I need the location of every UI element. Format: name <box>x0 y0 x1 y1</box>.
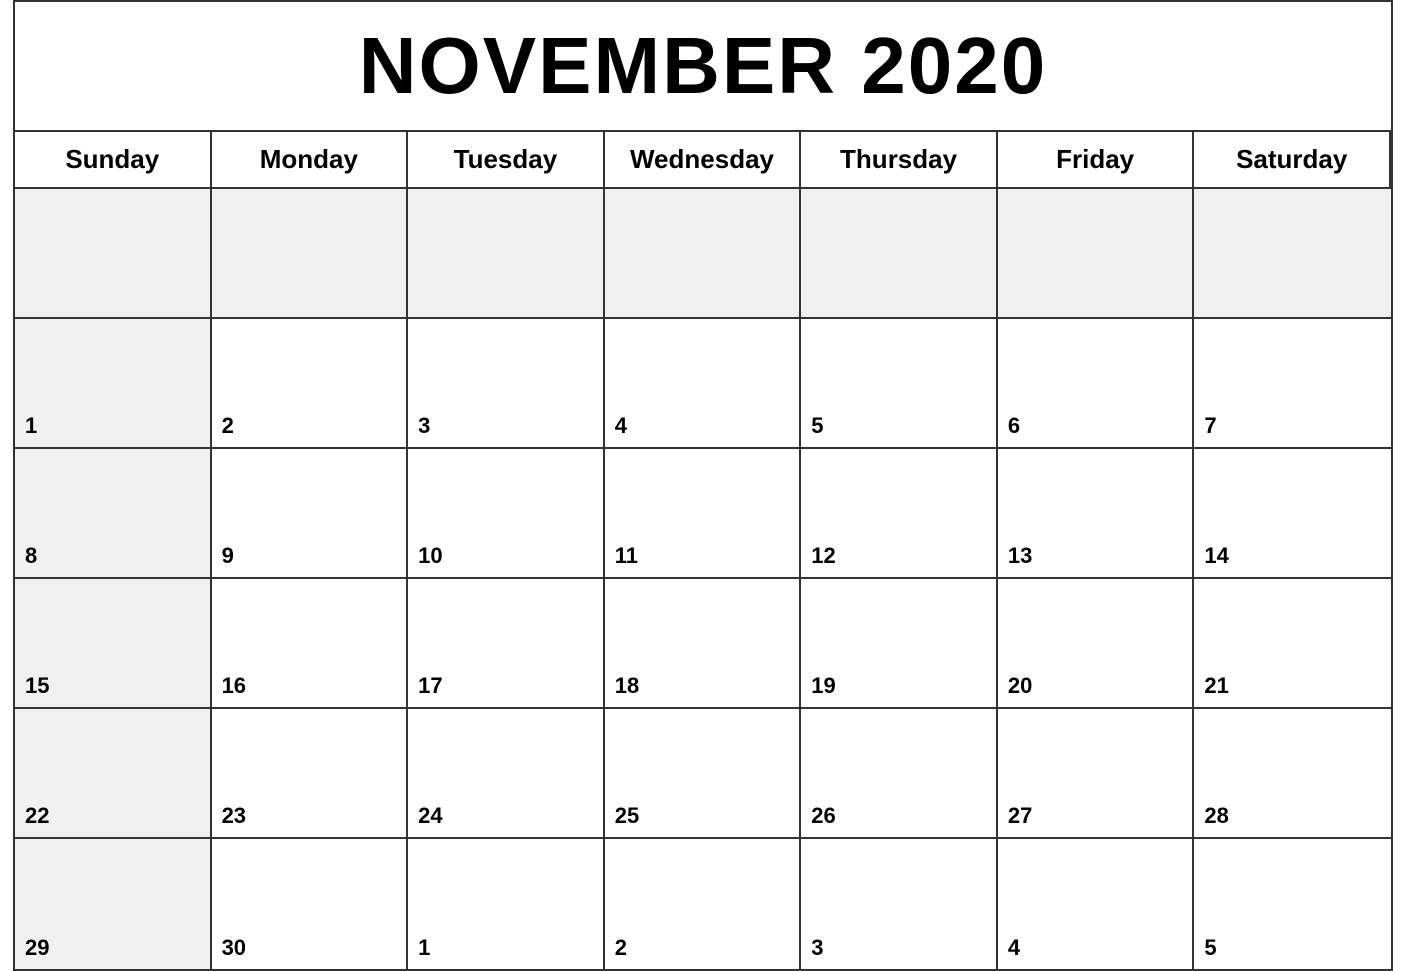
day-header-thursday: Thursday <box>801 132 998 189</box>
day-cell: 5 <box>1194 839 1391 969</box>
day-cell: 1 <box>408 839 605 969</box>
day-number: 19 <box>811 673 835 699</box>
day-cell: 2 <box>212 319 409 449</box>
day-number: 28 <box>1204 803 1228 829</box>
day-cell: 24 <box>408 709 605 839</box>
day-cell <box>408 189 605 319</box>
day-cell: 10 <box>408 449 605 579</box>
day-cell: 13 <box>998 449 1195 579</box>
day-cell: 3 <box>408 319 605 449</box>
day-number: 8 <box>25 543 37 569</box>
day-cell <box>801 189 998 319</box>
day-number: 27 <box>1008 803 1032 829</box>
day-number: 11 <box>615 543 638 569</box>
day-number: 25 <box>615 803 639 829</box>
day-cell: 5 <box>801 319 998 449</box>
day-cell: 12 <box>801 449 998 579</box>
day-number: 15 <box>25 673 49 699</box>
day-cell <box>605 189 802 319</box>
calendar: NOVEMBER 2020 SundayMondayTuesdayWednesd… <box>13 0 1393 971</box>
day-number: 1 <box>25 413 37 439</box>
day-cell <box>15 189 212 319</box>
day-cell: 8 <box>15 449 212 579</box>
day-number: 2 <box>222 413 234 439</box>
day-cell: 1 <box>15 319 212 449</box>
day-number: 26 <box>811 803 835 829</box>
day-cell: 6 <box>998 319 1195 449</box>
day-number: 20 <box>1008 673 1032 699</box>
day-number: 10 <box>418 543 442 569</box>
day-cell: 25 <box>605 709 802 839</box>
day-number: 7 <box>1204 413 1216 439</box>
day-number: 17 <box>418 673 442 699</box>
day-cell: 29 <box>15 839 212 969</box>
day-header-saturday: Saturday <box>1194 132 1391 189</box>
day-cell: 26 <box>801 709 998 839</box>
day-cell: 20 <box>998 579 1195 709</box>
day-cell: 11 <box>605 449 802 579</box>
day-cell: 15 <box>15 579 212 709</box>
day-cell: 7 <box>1194 319 1391 449</box>
day-number: 21 <box>1204 673 1228 699</box>
day-number: 12 <box>811 543 835 569</box>
day-number: 18 <box>615 673 639 699</box>
day-cell: 4 <box>605 319 802 449</box>
day-number: 22 <box>25 803 49 829</box>
day-cell: 18 <box>605 579 802 709</box>
day-number: 3 <box>418 413 430 439</box>
day-number: 30 <box>222 935 246 961</box>
day-cell: 23 <box>212 709 409 839</box>
day-cell: 16 <box>212 579 409 709</box>
day-number: 2 <box>615 935 627 961</box>
day-header-tuesday: Tuesday <box>408 132 605 189</box>
day-cell <box>998 189 1195 319</box>
calendar-grid: SundayMondayTuesdayWednesdayThursdayFrid… <box>15 132 1391 969</box>
day-cell: 27 <box>998 709 1195 839</box>
day-number: 6 <box>1008 413 1020 439</box>
day-number: 16 <box>222 673 246 699</box>
day-number: 29 <box>25 935 49 961</box>
day-header-sunday: Sunday <box>15 132 212 189</box>
day-cell: 4 <box>998 839 1195 969</box>
day-cell: 28 <box>1194 709 1391 839</box>
day-cell <box>212 189 409 319</box>
day-number: 23 <box>222 803 246 829</box>
day-number: 9 <box>222 543 234 569</box>
day-number: 13 <box>1008 543 1032 569</box>
day-cell: 19 <box>801 579 998 709</box>
day-header-friday: Friday <box>998 132 1195 189</box>
day-cell: 3 <box>801 839 998 969</box>
day-number: 4 <box>1008 935 1020 961</box>
day-number: 1 <box>418 935 430 961</box>
day-number: 24 <box>418 803 442 829</box>
day-cell: 21 <box>1194 579 1391 709</box>
day-number: 4 <box>615 413 627 439</box>
day-header-wednesday: Wednesday <box>605 132 802 189</box>
day-number: 3 <box>811 935 823 961</box>
calendar-title: NOVEMBER 2020 <box>15 2 1391 132</box>
day-header-monday: Monday <box>212 132 409 189</box>
day-number: 5 <box>811 413 823 439</box>
day-cell: 30 <box>212 839 409 969</box>
day-cell: 9 <box>212 449 409 579</box>
day-cell: 14 <box>1194 449 1391 579</box>
day-number: 14 <box>1204 543 1228 569</box>
day-cell: 17 <box>408 579 605 709</box>
day-cell: 22 <box>15 709 212 839</box>
day-cell <box>1194 189 1391 319</box>
day-cell: 2 <box>605 839 802 969</box>
day-number: 5 <box>1204 935 1216 961</box>
